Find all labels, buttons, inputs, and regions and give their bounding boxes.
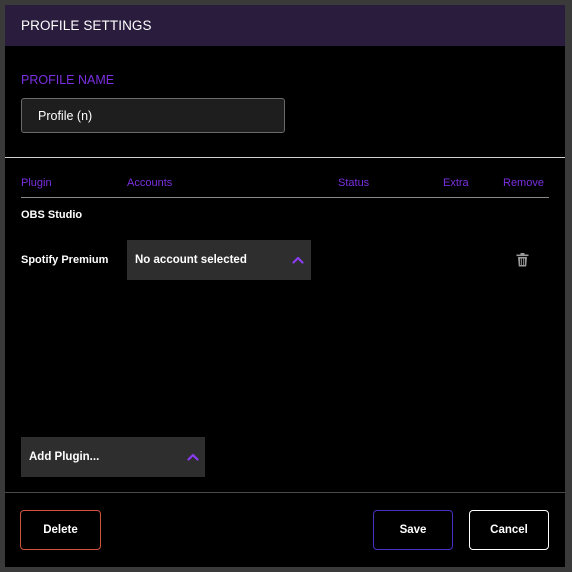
chevron-up-icon [292, 256, 304, 264]
table-header-divider [21, 197, 549, 198]
column-header-accounts: Accounts [127, 177, 173, 189]
profile-name-input[interactable] [21, 98, 285, 133]
column-header-remove: Remove [503, 177, 544, 189]
column-header-plugin: Plugin [21, 177, 52, 189]
add-plugin-label: Add Plugin... [29, 451, 100, 463]
account-select-value: No account selected [135, 254, 247, 266]
divider [5, 157, 565, 158]
title-bar: PROFILE SETTINGS [5, 5, 565, 46]
plugin-row-obs-studio: OBS Studio [21, 209, 83, 221]
account-select-dropdown[interactable]: No account selected [127, 240, 311, 280]
profile-name-label: PROFILE NAME [21, 73, 115, 87]
delete-button[interactable]: Delete [20, 510, 101, 550]
cancel-button[interactable]: Cancel [469, 510, 549, 550]
save-button[interactable]: Save [373, 510, 453, 550]
footer-divider [5, 492, 565, 493]
dialog-title: PROFILE SETTINGS [21, 18, 152, 33]
trash-icon[interactable] [516, 253, 529, 267]
column-header-extra: Extra [443, 177, 469, 189]
column-header-status: Status [338, 177, 370, 189]
chevron-up-icon [187, 453, 199, 461]
plugin-row-spotify-premium: Spotify Premium [21, 254, 109, 266]
profile-settings-dialog: PROFILE SETTINGS PROFILE NAME Plugin Acc… [5, 5, 565, 567]
add-plugin-dropdown[interactable]: Add Plugin... [21, 437, 205, 477]
